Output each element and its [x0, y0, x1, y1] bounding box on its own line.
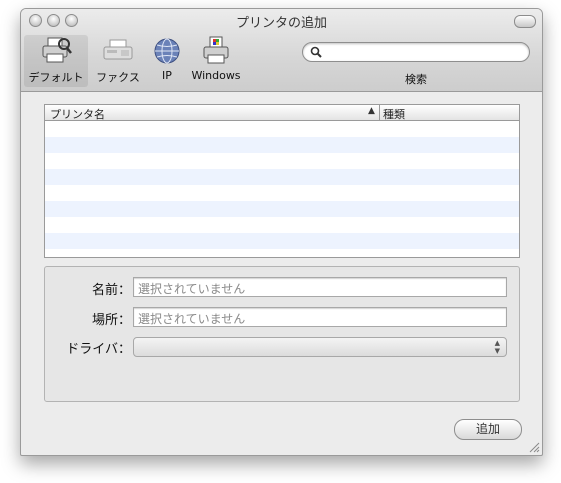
search-icon — [310, 46, 322, 58]
driver-label: ドライバ： — [66, 342, 131, 357]
name-label: 名前： — [91, 283, 131, 298]
table-row — [45, 249, 519, 257]
table-header: プリンタ名 ▲ 種類 — [45, 105, 519, 121]
table-row — [45, 233, 519, 249]
search-field[interactable] — [302, 42, 530, 62]
column-header-kind[interactable]: 種類 — [383, 106, 405, 122]
fax-icon — [103, 39, 133, 60]
title-bar: プリンタの追加 デフォルト ファクス IP Windows 検索 — [21, 9, 542, 92]
table-row — [45, 121, 519, 137]
toolbar-item-ip[interactable]: IP — [147, 35, 187, 87]
windows-printer-icon — [203, 36, 229, 64]
location-value: 選択されていません — [138, 312, 246, 326]
default-printer-icon — [42, 37, 72, 63]
table-row — [45, 169, 519, 185]
window-title: プリンタの追加 — [235, 16, 327, 31]
location-label: 場所： — [91, 313, 131, 328]
printer-list-table[interactable]: プリンタ名 ▲ 種類 — [44, 104, 520, 258]
popup-arrows-icon: ▲ ▼ — [494, 339, 500, 355]
table-row — [45, 137, 519, 153]
add-printer-window: プリンタの追加 デフォルト ファクス IP Windows 検索 プリンタ名 ▲… — [20, 8, 543, 456]
toolbar-item-default[interactable]: デフォルト — [24, 35, 88, 87]
add-button[interactable]: 追加 — [454, 419, 522, 440]
toolbar-item-label: Windows — [191, 69, 241, 82]
resize-grip-icon[interactable] — [529, 442, 540, 453]
location-field[interactable]: 選択されていません — [133, 307, 507, 327]
driver-popup[interactable]: ▲ ▼ — [133, 337, 507, 357]
toolbar-item-windows[interactable]: Windows — [189, 35, 243, 87]
table-row — [45, 201, 519, 217]
name-value: 選択されていません — [138, 282, 246, 296]
toolbar-item-label: ファクス — [96, 71, 140, 84]
column-header-printer-name[interactable]: プリンタ名 — [50, 106, 105, 122]
toolbar-item-label: IP — [162, 69, 172, 82]
printer-details-panel: 名前： 選択されていません 場所： 選択されていません ドライバ： ▲ ▼ — [44, 266, 520, 402]
ip-globe-icon — [154, 38, 180, 64]
table-row — [45, 185, 519, 201]
toolbar-item-fax[interactable]: ファクス — [91, 35, 145, 87]
table-row — [45, 217, 519, 233]
toolbar-item-label: デフォルト — [28, 71, 84, 84]
table-row — [45, 153, 519, 169]
column-divider — [379, 105, 380, 120]
toolbar-toggle-button[interactable] — [514, 15, 536, 28]
name-field[interactable]: 選択されていません — [133, 277, 507, 297]
search-label: 検索 — [405, 73, 427, 86]
sort-ascending-icon: ▲ — [368, 106, 375, 116]
